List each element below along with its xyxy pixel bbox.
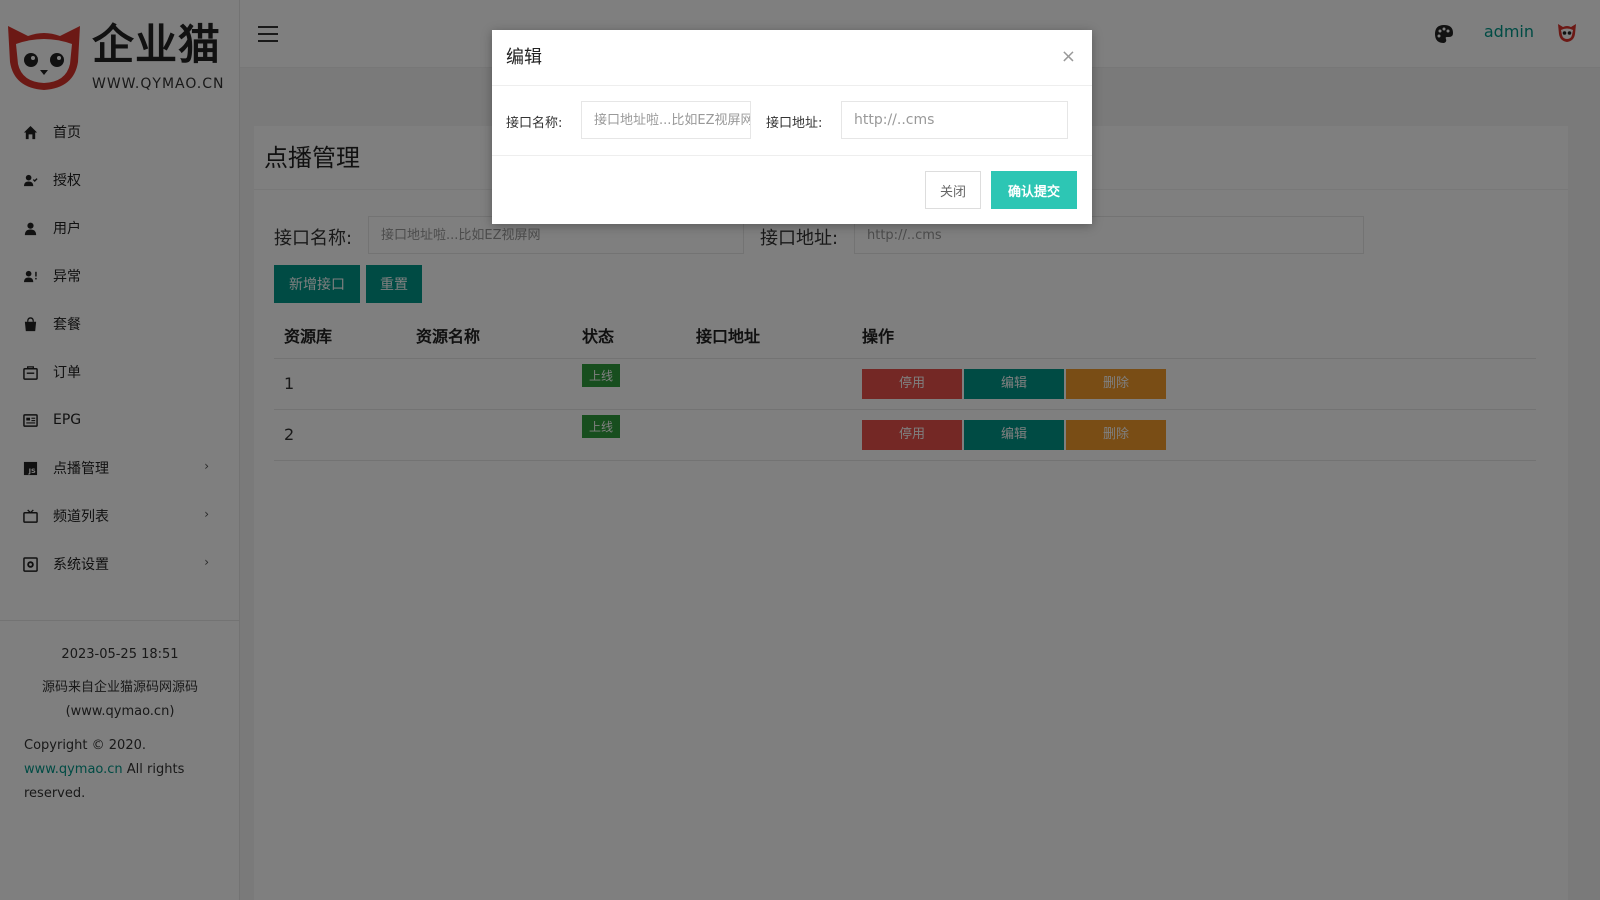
submit-button[interactable]: 确认提交 (991, 171, 1077, 209)
edit-dialog: 编辑 × 接口名称: 接口地址: 关闭 确认提交 (492, 30, 1092, 224)
dialog-name-label: 接口名称: (506, 116, 563, 131)
dialog-title: 编辑 (506, 47, 542, 68)
dialog-header: 编辑 × (492, 30, 1092, 86)
close-button[interactable]: 关闭 (925, 171, 981, 209)
dialog-url-input[interactable] (841, 101, 1068, 139)
dialog-footer: 关闭 确认提交 (492, 156, 1092, 224)
dialog-name-input[interactable] (581, 101, 751, 139)
dialog-body: 接口名称: 接口地址: (492, 86, 1092, 156)
dialog-url-label: 接口地址: (766, 116, 823, 131)
close-icon[interactable]: × (1061, 44, 1076, 70)
